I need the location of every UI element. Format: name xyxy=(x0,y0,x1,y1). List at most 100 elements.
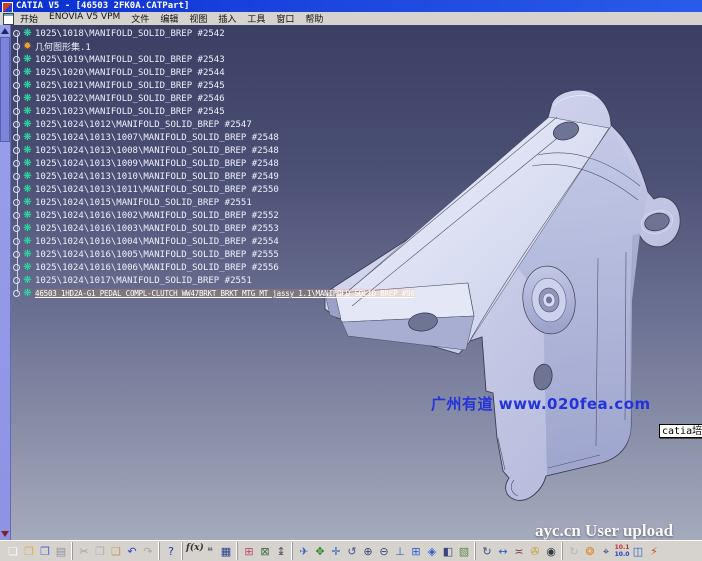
tree-node-handle[interactable] xyxy=(13,30,20,37)
fit-all-icon[interactable]: ✥ xyxy=(312,543,328,560)
open-folder-icon[interactable]: ❐ xyxy=(21,543,37,560)
tree-node-handle[interactable] xyxy=(13,212,20,219)
zoom-in-icon[interactable]: ⊕ xyxy=(360,543,376,560)
context-help-icon[interactable]: ? xyxy=(163,543,179,560)
tree-node-handle[interactable] xyxy=(13,43,20,50)
undo-icon[interactable]: ↶ xyxy=(124,543,140,560)
tree-item-label: 1025\1024\1015\MANIFOLD_SOLID_BREP #2551 xyxy=(35,198,252,208)
tree-item[interactable]: ❋1025\1023\MANIFOLD_SOLID_BREP #2545 xyxy=(12,105,415,118)
iso-view-icon[interactable]: ◈ xyxy=(424,543,440,560)
toolbar-group: ? xyxy=(159,542,182,560)
tree-item[interactable]: ❋1025\1024\1013\1008\MANIFOLD_SOLID_BREP… xyxy=(12,144,415,157)
catalog-icon[interactable]: ◫ xyxy=(630,543,646,560)
cut-icon[interactable]: ✂ xyxy=(76,543,92,560)
viewport-3d[interactable]: ❋1025\1018\MANIFOLD_SOLID_BREP #2542✹几何图… xyxy=(0,25,702,540)
pan-icon[interactable]: ✛ xyxy=(328,543,344,560)
tree-node-handle[interactable] xyxy=(13,95,20,102)
tree-node-handle[interactable] xyxy=(13,277,20,284)
tree-item[interactable]: ❋1025\1024\1013\1007\MANIFOLD_SOLID_BREP… xyxy=(12,131,415,144)
tree-node-handle[interactable] xyxy=(13,121,20,128)
tree-item[interactable]: ❋1025\1021\MANIFOLD_SOLID_BREP #2545 xyxy=(12,79,415,92)
constraints-icon[interactable]: ⊠ xyxy=(257,543,273,560)
tree-node-handle[interactable] xyxy=(13,199,20,206)
save-icon[interactable]: ❒ xyxy=(37,543,53,560)
redo-icon[interactable]: ↷ xyxy=(140,543,156,560)
tree-node-handle[interactable] xyxy=(13,56,20,63)
watermark-text: 广州有道 www.020fea.com xyxy=(431,393,651,414)
tree-item[interactable]: ❋1025\1024\1015\MANIFOLD_SOLID_BREP #255… xyxy=(12,196,415,209)
tree-item[interactable]: ❋1025\1020\MANIFOLD_SOLID_BREP #2544 xyxy=(12,66,415,79)
exploded-view-icon[interactable]: ↨ xyxy=(273,543,289,560)
menu-item-2[interactable]: 文件 xyxy=(131,12,149,25)
solid-brep-icon: ❋ xyxy=(22,132,33,143)
tree-node-handle[interactable] xyxy=(13,147,20,154)
tree-item[interactable]: ❋1025\1024\1016\1005\MANIFOLD_SOLID_BREP… xyxy=(12,248,415,261)
tree-item[interactable]: ❋1025\1018\MANIFOLD_SOLID_BREP #2542 xyxy=(12,27,415,40)
copy-icon[interactable]: ❐ xyxy=(92,543,108,560)
tree-node-handle[interactable] xyxy=(13,264,20,271)
solid-brep-icon: ❋ xyxy=(22,197,33,208)
lock-icon[interactable]: ✇ xyxy=(527,543,543,560)
tree-node-handle[interactable] xyxy=(13,160,20,167)
measure-icon[interactable]: ↔ xyxy=(495,543,511,560)
solid-brep-icon: ❋ xyxy=(22,184,33,195)
measure-between-icon[interactable]: ≍ xyxy=(511,543,527,560)
tree-item[interactable]: ❋1025\1024\1016\1003\MANIFOLD_SOLID_BREP… xyxy=(12,222,415,235)
menu-item-8[interactable]: 帮助 xyxy=(305,12,323,25)
tree-item[interactable]: ❋1025\1024\1013\1010\MANIFOLD_SOLID_BREP… xyxy=(12,170,415,183)
tree-item[interactable]: ❋1025\1024\1013\1009\MANIFOLD_SOLID_BREP… xyxy=(12,157,415,170)
tree-node-handle[interactable] xyxy=(13,238,20,245)
tree-node-handle[interactable] xyxy=(13,290,20,297)
tree-node-handle[interactable] xyxy=(13,82,20,89)
normal-view-icon[interactable]: ⊥ xyxy=(392,543,408,560)
multi-view-icon[interactable]: ⊞ xyxy=(408,543,424,560)
product-structure-icon[interactable]: ⊞ xyxy=(241,543,257,560)
print-icon[interactable]: ▤ xyxy=(53,543,69,560)
menu-item-6[interactable]: 工具 xyxy=(247,12,265,25)
tree-item[interactable]: ❋1025\1024\1016\1002\MANIFOLD_SOLID_BREP… xyxy=(12,209,415,222)
tree-node-handle[interactable] xyxy=(13,108,20,115)
tree-item-label: 1025\1024\1013\1009\MANIFOLD_SOLID_BREP … xyxy=(35,159,279,169)
tree-node-handle[interactable] xyxy=(13,69,20,76)
tree-node-handle[interactable] xyxy=(13,225,20,232)
menu-item-0[interactable]: 开始 xyxy=(20,12,38,25)
formula-icon[interactable]: f(x) xyxy=(186,543,202,560)
tree-node-handle[interactable] xyxy=(13,134,20,141)
units-icon[interactable]: 10.110.0 xyxy=(614,543,630,560)
sectioning-icon[interactable]: ⚡ xyxy=(646,543,662,560)
tree-item[interactable]: ❋1025\1024\1016\1006\MANIFOLD_SOLID_BREP… xyxy=(12,261,415,274)
tree-item[interactable]: ❋1025\1024\1012\MANIFOLD_SOLID_BREP #254… xyxy=(12,118,415,131)
render-style-icon[interactable]: ▧ xyxy=(456,543,472,560)
new-document-icon[interactable]: ❏ xyxy=(5,543,21,560)
tree-item[interactable]: ❋1025\1022\MANIFOLD_SOLID_BREP #2546 xyxy=(12,92,415,105)
menu-item-1[interactable]: ENOVIA V5 VPM xyxy=(49,12,120,25)
tree-item[interactable]: ❋1025\1024\1016\1004\MANIFOLD_SOLID_BREP… xyxy=(12,235,415,248)
menu-item-3[interactable]: 编辑 xyxy=(160,12,178,25)
menu-item-7[interactable]: 窗口 xyxy=(276,12,294,25)
shading-icon[interactable]: ◧ xyxy=(440,543,456,560)
grid-icon[interactable]: ▦ xyxy=(218,543,234,560)
tree-item[interactable]: ❋1025\1019\MANIFOLD_SOLID_BREP #2543 xyxy=(12,53,415,66)
screen-rotate-icon[interactable]: ↻ xyxy=(479,543,495,560)
tree-node-handle[interactable] xyxy=(13,186,20,193)
tree-item[interactable]: ❋1025\1024\1017\MANIFOLD_SOLID_BREP #255… xyxy=(12,274,415,287)
tree-node-handle[interactable] xyxy=(13,173,20,180)
compass-icon[interactable]: ❂ xyxy=(582,543,598,560)
menu-item-5[interactable]: 插入 xyxy=(218,12,236,25)
rotate-icon[interactable]: ↺ xyxy=(344,543,360,560)
tree-item-label: 1025\1024\1016\1004\MANIFOLD_SOLID_BREP … xyxy=(35,237,279,247)
tree-item[interactable]: ❋1025\1024\1013\1011\MANIFOLD_SOLID_BREP… xyxy=(12,183,415,196)
tree-item[interactable]: ❋46503 1HD2A-G1 PEDAL COMPL-CLUTCH WW47B… xyxy=(12,287,415,300)
refresh-icon[interactable]: ↻ xyxy=(566,543,582,560)
title-bar[interactable]: CATIA V5 - [46503 2FK0A.CATPart] xyxy=(0,0,702,12)
fly-mode-icon[interactable]: ✈ xyxy=(296,543,312,560)
tree-node-handle[interactable] xyxy=(13,251,20,258)
annotation-icon[interactable]: ❝ xyxy=(202,543,218,560)
camera-icon[interactable]: ◉ xyxy=(543,543,559,560)
zoom-out-icon[interactable]: ⊖ xyxy=(376,543,392,560)
tree-item[interactable]: ✹几何图形集.1 xyxy=(12,40,415,53)
axis-system-icon[interactable]: ⌖ xyxy=(598,543,614,560)
document-icon[interactable] xyxy=(3,13,14,25)
menu-item-4[interactable]: 视图 xyxy=(189,12,207,25)
paste-icon[interactable]: ❑ xyxy=(108,543,124,560)
